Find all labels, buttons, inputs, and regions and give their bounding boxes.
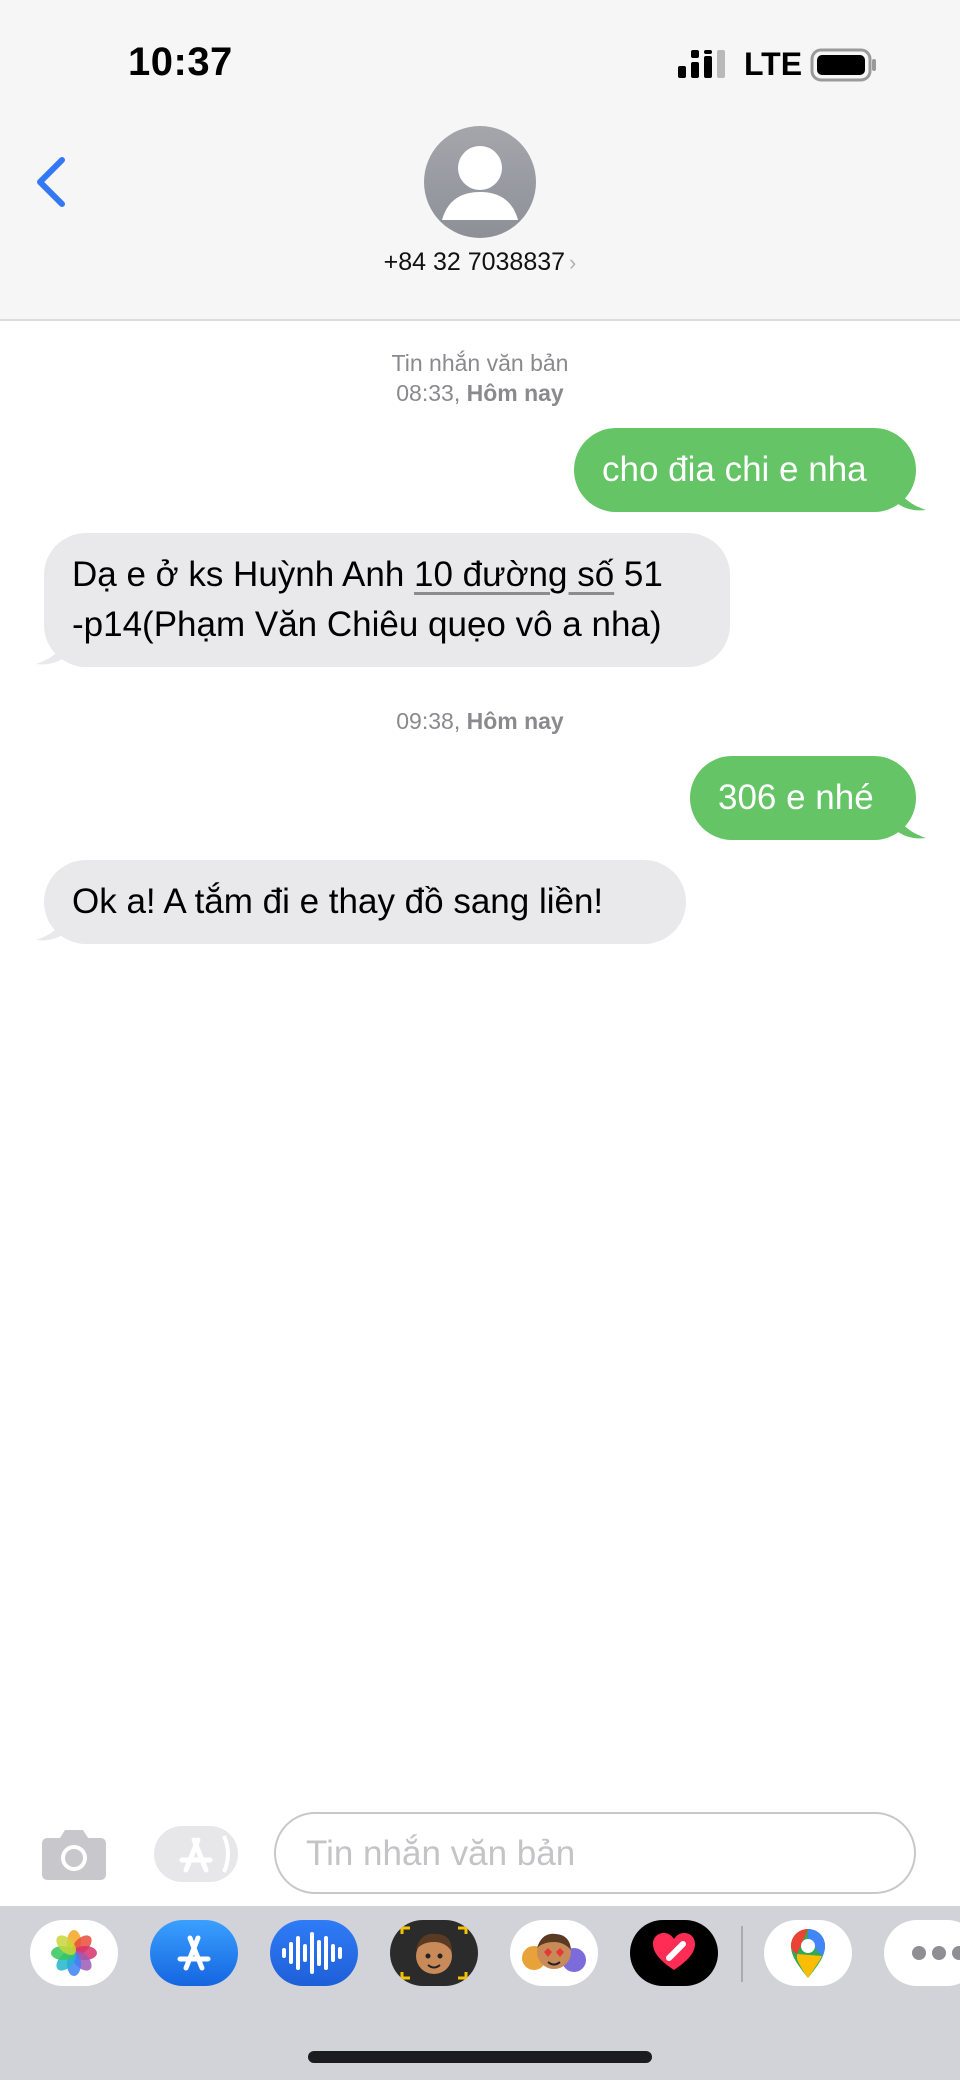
- more-icon[interactable]: [884, 1920, 960, 1986]
- ellipsis-icon: [912, 1946, 960, 1960]
- message-input[interactable]: Tin nhắn văn bản: [274, 1812, 916, 1894]
- outgoing-message[interactable]: 306 e nhé: [690, 756, 916, 840]
- timestamp-1: Tin nhắn văn bản 08:33, Hôm nay: [0, 348, 960, 408]
- maps-icon[interactable]: [764, 1920, 852, 1986]
- message-text: Dạ e ở ks Huỳnh Anh: [72, 555, 415, 594]
- person-icon: [442, 146, 518, 220]
- contact-avatar[interactable]: [424, 126, 536, 238]
- messages-screen: 10:37 LTE +84 32 7038837 › Tin nhắn văn …: [0, 0, 960, 2080]
- map-pin-icon: [791, 1929, 825, 1978]
- contact-number: +84 32 7038837: [383, 248, 566, 276]
- stickers-face-icon: [522, 1933, 586, 1972]
- drawer-divider: [741, 1926, 743, 1982]
- timestamp-day: Hôm nay: [466, 708, 564, 734]
- message-text: -p14(Phạm Văn Chiêu quẹo vô a nha): [72, 605, 662, 644]
- timestamp-time: 08:33: [396, 380, 454, 406]
- timestamp-time: 09:38: [396, 708, 454, 734]
- timestamp-2: 09:38, Hôm nay: [396, 708, 564, 734]
- photos-icon[interactable]: [30, 1920, 118, 1986]
- status-time: 10:37: [128, 40, 233, 84]
- waveform-icon: [282, 1932, 342, 1974]
- outgoing-message[interactable]: cho đia chi e nha: [574, 428, 916, 512]
- message-text: 51: [614, 555, 663, 594]
- network-label: LTE: [744, 46, 803, 82]
- memoji-face-icon: [400, 1926, 468, 1980]
- app-store-glyph: [177, 1935, 211, 1971]
- signal-icon: [678, 50, 725, 78]
- app-store-button[interactable]: [154, 1826, 238, 1882]
- back-chevron-icon[interactable]: [30, 152, 74, 212]
- app-store-icon: [179, 1835, 230, 1873]
- battery-icon: [810, 48, 876, 82]
- photos-flower: [51, 1930, 97, 1976]
- heart-icon: [653, 1933, 695, 1970]
- memoji-stickers-icon[interactable]: [510, 1920, 598, 1986]
- timestamp-day: Hôm nay: [466, 380, 564, 406]
- incoming-message[interactable]: Dạ e ở ks Huỳnh Anh 10 đường số 51 -p14(…: [44, 533, 730, 667]
- message-type-label: Tin nhắn văn bản: [391, 350, 569, 376]
- chevron-right-icon: ›: [569, 250, 577, 275]
- audio-message-icon[interactable]: [270, 1920, 358, 1986]
- conversation-header: 10:37 LTE +84 32 7038837 ›: [0, 0, 960, 321]
- app-store-icon[interactable]: [150, 1920, 238, 1986]
- address-link[interactable]: 10 đường số: [414, 555, 614, 594]
- memoji-camera-icon[interactable]: [390, 1920, 478, 1986]
- digital-touch-icon[interactable]: [630, 1920, 718, 1986]
- camera-icon[interactable]: [38, 1826, 110, 1882]
- contact-name[interactable]: +84 32 7038837 ›: [0, 248, 960, 277]
- incoming-message[interactable]: Ok a! A tắm đi e thay đồ sang liền!: [44, 860, 686, 944]
- home-indicator[interactable]: [308, 2051, 652, 2063]
